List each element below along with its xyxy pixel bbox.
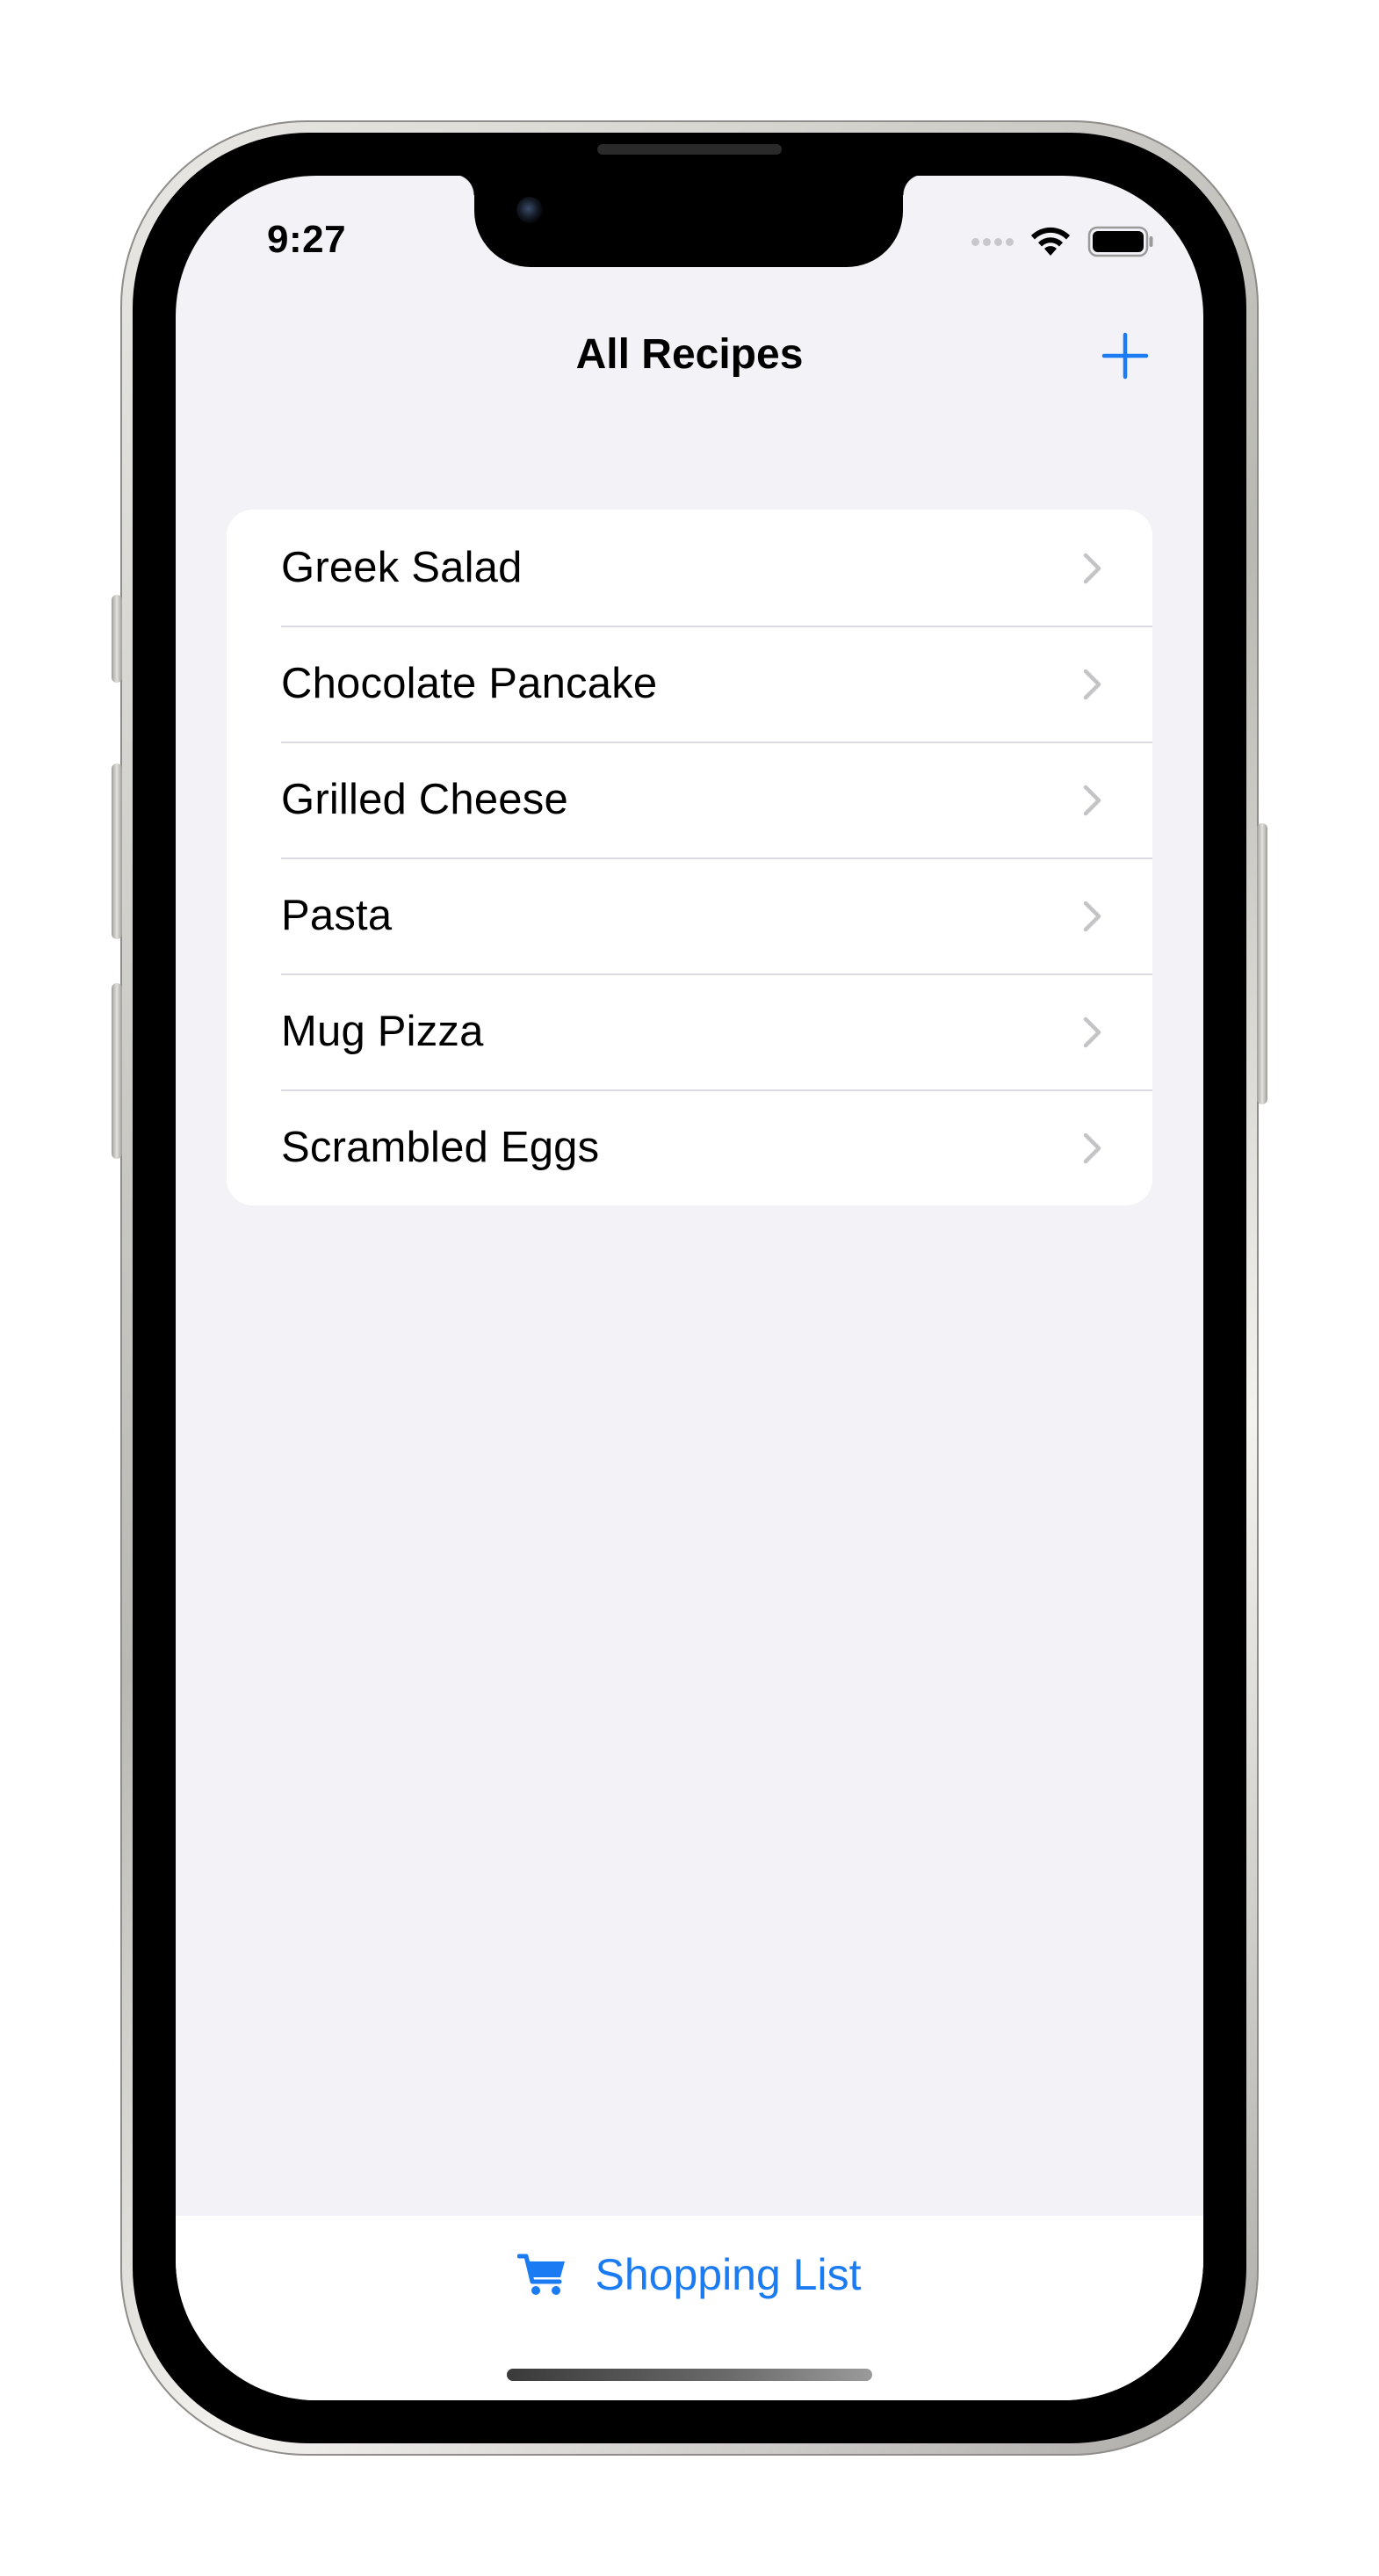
plus-icon [1101,332,1149,380]
cart-icon [517,2254,566,2295]
screen: 9:27 All Recipes Greek Salad Chocolate P… [176,176,1203,2400]
power-button [1257,823,1267,1104]
cellular-signal-icon [971,237,1014,246]
shopping-list-label: Shopping List [595,2250,862,2299]
chevron-right-icon [1083,901,1101,932]
volume-up-button [112,763,122,939]
recipe-label: Greek Salad [281,544,523,591]
chevron-right-icon [1083,1017,1101,1048]
volume-down-button [112,983,122,1159]
list-item-pasta[interactable]: Pasta [227,857,1152,973]
status-indicators [971,220,1154,264]
page-title: All Recipes [575,331,804,378]
recipe-label: Grilled Cheese [281,776,568,823]
front-camera [516,197,543,223]
list-item-greek-salad[interactable]: Greek Salad [227,510,1152,626]
silent-switch [112,595,122,683]
recipe-label: Mug Pizza [281,1008,484,1055]
status-time: 9:27 [267,218,347,261]
chevron-right-icon [1083,669,1101,700]
wifi-icon [1031,227,1070,256]
list-item-chocolate-pancake[interactable]: Chocolate Pancake [227,626,1152,742]
notch [453,176,924,267]
list-item-scrambled-eggs[interactable]: Scrambled Eggs [227,1089,1152,1205]
chevron-right-icon [1083,553,1101,584]
list-item-grilled-cheese[interactable]: Grilled Cheese [227,742,1152,857]
home-indicator[interactable] [507,2369,872,2381]
list-item-mug-pizza[interactable]: Mug Pizza [227,973,1152,1089]
chevron-right-icon [1083,785,1101,816]
shopping-list-button[interactable]: Shopping List [176,2244,1203,2305]
chevron-right-icon [1083,1132,1101,1164]
phone-frame: 9:27 All Recipes Greek Salad Chocolate P… [112,120,1267,2456]
earpiece-speaker [597,144,782,155]
add-recipe-button[interactable] [1094,325,1156,387]
recipe-label: Chocolate Pancake [281,660,658,707]
battery-icon [1087,226,1153,257]
recipe-label: Pasta [281,892,393,939]
recipe-list: Greek Salad Chocolate Pancake Grilled Ch… [227,510,1152,1205]
recipe-label: Scrambled Eggs [281,1124,600,1171]
bottom-toolbar: Shopping List [176,2216,1203,2400]
